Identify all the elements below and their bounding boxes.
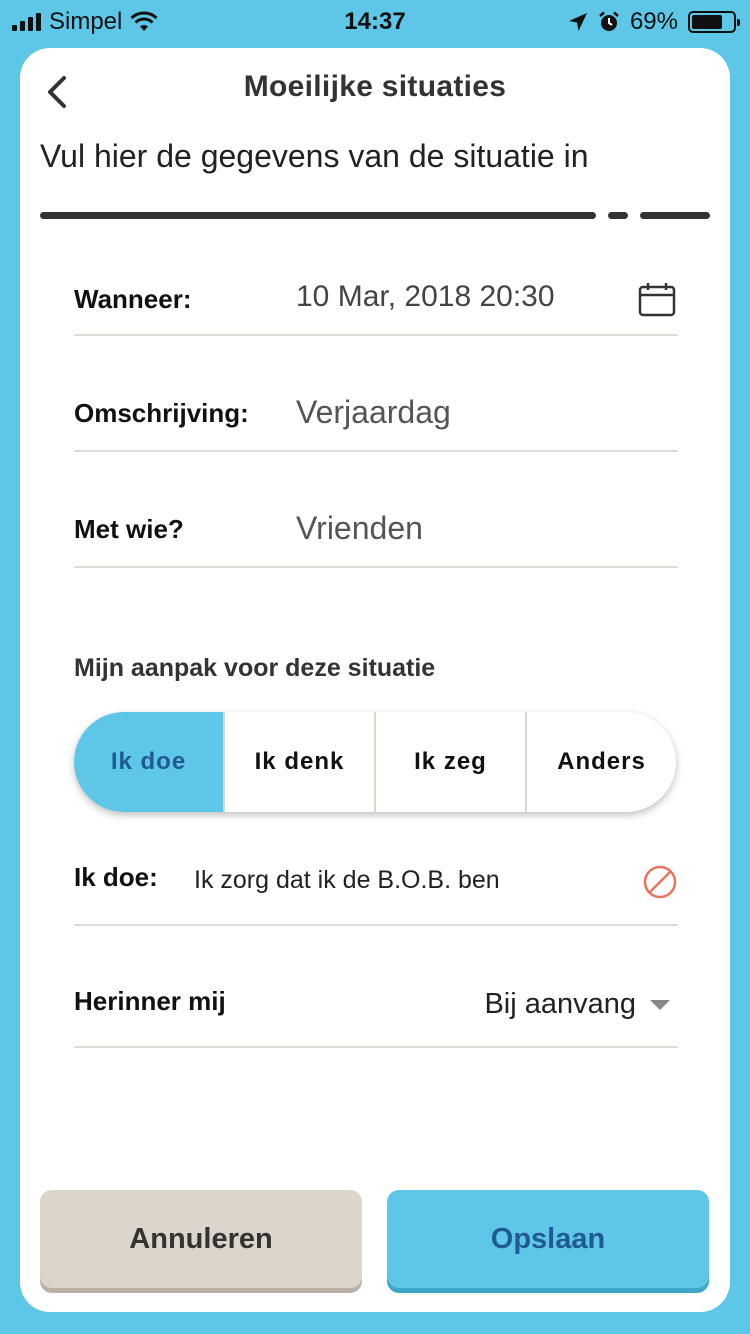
approach-option-ik-zeg[interactable]: Ik zeg [374, 712, 525, 812]
wanneer-value: 10 Mar, 2018 20:30 [296, 280, 555, 313]
approach-option-ik-doe[interactable]: Ik doe [74, 712, 223, 812]
approach-option-ik-denk[interactable]: Ik denk [223, 712, 374, 812]
herinner-label: Herinner mij [74, 986, 226, 1016]
progress-indicator [40, 212, 710, 220]
herinner-row[interactable]: Herinner mij Bij aanvang [74, 960, 678, 1048]
page-subtitle: Vul hier de gegevens van de situatie in [40, 138, 589, 174]
save-button[interactable]: Opslaan [387, 1190, 709, 1288]
cancel-button[interactable]: Annuleren [40, 1190, 362, 1288]
ik-doe-row[interactable]: Ik doe: Ik zorg dat ik de B.O.B. ben [74, 840, 678, 926]
omschrijving-input[interactable]: Verjaardag [296, 394, 451, 431]
met-wie-input[interactable]: Vrienden [296, 510, 423, 547]
page-title: Moeilijke situaties [243, 70, 507, 103]
location-icon [568, 13, 587, 31]
approach-title: Mijn aanpak voor deze situatie [74, 654, 436, 682]
omschrijving-row[interactable]: Omschrijving: Verjaardag [74, 374, 678, 452]
ik-doe-input[interactable]: Ik zorg dat ik de B.O.B. ben [194, 866, 500, 895]
status-bar: Simpel 14:37 69% [0, 0, 750, 44]
wanneer-label: Wanneer: [74, 284, 192, 314]
approach-option-anders[interactable]: Anders [525, 712, 676, 812]
omschrijving-label: Omschrijving: [74, 398, 249, 428]
status-right: 69% [568, 8, 740, 36]
battery-icon [688, 11, 740, 33]
calendar-icon[interactable] [638, 282, 676, 318]
ik-doe-label: Ik doe: [74, 862, 158, 892]
progress-segment [40, 212, 596, 219]
alarm-icon [599, 11, 619, 31]
wanneer-row[interactable]: Wanneer: 10 Mar, 2018 20:30 [74, 258, 678, 336]
form-card: Moeilijke situaties Vul hier de gegevens… [20, 48, 730, 1312]
herinner-select[interactable]: Bij aanvang [484, 988, 670, 1021]
progress-segment [608, 212, 628, 219]
met-wie-label: Met wie? [74, 514, 184, 544]
progress-segment [640, 212, 710, 219]
battery-percent: 69% [629, 8, 678, 35]
approach-segmented-control: Ik doe Ik denk Ik zeg Anders [74, 712, 676, 812]
herinner-value: Bij aanvang [484, 988, 636, 1020]
met-wie-row[interactable]: Met wie? Vrienden [74, 490, 678, 568]
clear-icon[interactable] [642, 864, 678, 900]
caret-down-icon [650, 999, 670, 1010]
